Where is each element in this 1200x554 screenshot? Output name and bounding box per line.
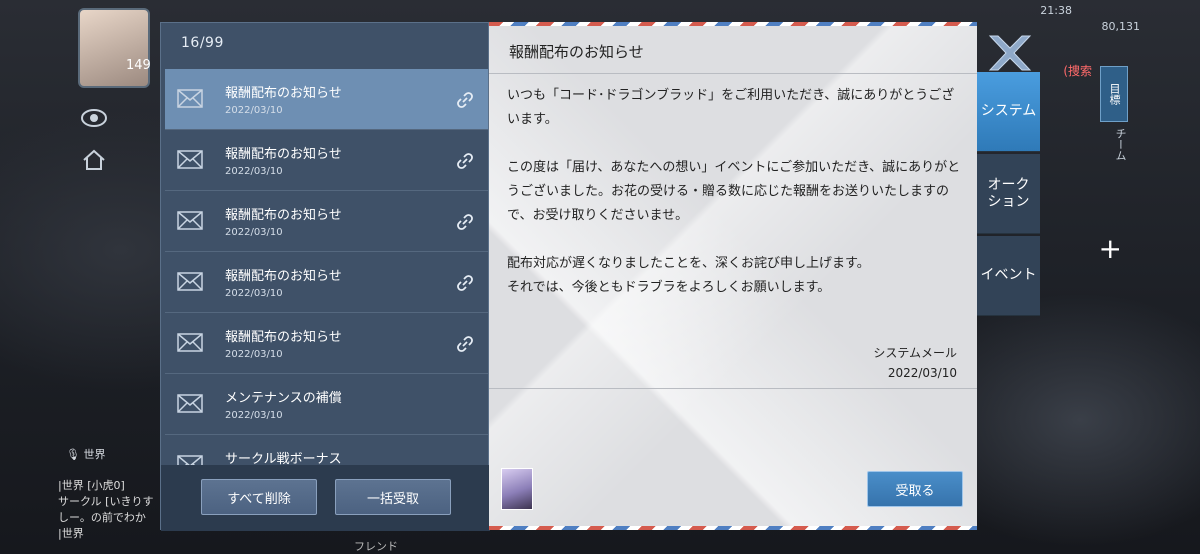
- mail-item-title: メンテナンスの補償: [225, 391, 342, 406]
- link-icon: [457, 92, 473, 108]
- mail-count: 16/99: [181, 35, 224, 51]
- chat-world-label: 世界: [83, 448, 106, 461]
- chat-world-tab[interactable]: 🎙 世界: [66, 446, 105, 462]
- attachment-item-icon[interactable]: [501, 468, 533, 510]
- currency-readout: 80,131: [1101, 20, 1141, 33]
- mail-sender: システムメール: [873, 346, 957, 360]
- mail-list-panel: 16/99 報酬配布のお知らせ 2022/03/10 報酬配布のお知らせ 2022/0…: [160, 22, 490, 531]
- envelope-icon: [177, 272, 203, 291]
- home-icon[interactable]: [82, 148, 106, 172]
- receive-all-button[interactable]: 一括受取: [335, 479, 451, 515]
- mail-body-paragraph: いつも「コード･ドラゴンブラッド」をご利用いただき、誠にありがとうございます。: [507, 88, 955, 127]
- envelope-icon: [177, 333, 203, 352]
- mail-item-date: 2022/03/10: [225, 227, 283, 238]
- mail-list-footer: すべて削除 一括受取: [161, 465, 490, 531]
- player-level: 149: [126, 58, 151, 73]
- mail-list-item[interactable]: 報酬配布のお知らせ 2022/03/10: [165, 252, 488, 313]
- mail-item-date: 2022/03/10: [225, 349, 283, 360]
- search-indicator[interactable]: (捜索: [1063, 62, 1092, 79]
- close-icon[interactable]: [980, 30, 1036, 76]
- mail-list-item[interactable]: 報酬配布のお知らせ 2022/03/10: [165, 69, 488, 130]
- mail-item-date: 2022/03/10: [225, 105, 283, 116]
- envelope-icon: [177, 394, 203, 413]
- mail-list-item[interactable]: サークル戦ボーナス: [165, 435, 488, 465]
- envelope-icon: [177, 89, 203, 108]
- mail-item-title: 報酬配布のお知らせ: [225, 208, 342, 223]
- mail-item-title: 報酬配布のお知らせ: [225, 330, 342, 345]
- mail-list-item[interactable]: 報酬配布のお知らせ 2022/03/10: [165, 191, 488, 252]
- player-avatar[interactable]: [78, 8, 150, 88]
- mail-item-title: 報酬配布のお知らせ: [225, 86, 342, 101]
- claim-button[interactable]: 受取る: [867, 471, 963, 507]
- envelope-icon: [177, 211, 203, 230]
- target-button[interactable]: 目標: [1100, 66, 1128, 122]
- mail-detail-body: いつも「コード･ドラゴンブラッド」をご利用いただき、誠にありがとうございます。 …: [507, 84, 963, 300]
- mail-detail-date: 2022/03/10: [887, 366, 957, 380]
- link-icon: [457, 214, 473, 230]
- mail-list-item[interactable]: 報酬配布のお知らせ 2022/03/10: [165, 313, 488, 374]
- envelope-icon: [177, 150, 203, 169]
- link-icon: [457, 153, 473, 169]
- link-icon: [457, 275, 473, 291]
- mail-list[interactable]: 報酬配布のお知らせ 2022/03/10 報酬配布のお知らせ 2022/03/10 報酬…: [165, 69, 488, 465]
- mail-detail-panel: 報酬配布のお知らせ いつも「コード･ドラゴンブラッド」をご利用いただき、誠にあり…: [489, 22, 977, 530]
- plus-icon[interactable]: +: [1099, 232, 1122, 265]
- mail-item-date: 2022/03/10: [225, 410, 283, 421]
- clock-readout: 21:38: [1040, 4, 1072, 17]
- envelope-icon: [177, 455, 203, 465]
- mail-category-tabs: システム オーク ション イベント: [977, 72, 1040, 318]
- link-icon: [457, 336, 473, 352]
- mail-body-paragraph: この度は「届け、あなたへの想い」イベントにご参加いただき、誠にありがとうございま…: [507, 160, 961, 223]
- mail-detail-title: 報酬配布のお知らせ: [509, 43, 644, 61]
- tab-category-0[interactable]: システム: [977, 72, 1040, 152]
- mail-window: 16/99 報酬配布のお知らせ 2022/03/10 報酬配布のお知らせ 2022/0…: [160, 22, 1042, 531]
- mail-item-title: サークル戦ボーナス: [225, 452, 342, 465]
- mail-item-date: 2022/03/10: [225, 166, 283, 177]
- team-button[interactable]: チーム: [1112, 128, 1128, 161]
- mail-item-title: 報酬配布のお知らせ: [225, 269, 342, 284]
- mail-item-title: 報酬配布のお知らせ: [225, 147, 342, 162]
- divider: [489, 388, 977, 389]
- mail-body-paragraph: 配布対応が遅くなりましたことを、深くお詫び申し上げます。 それでは、今後ともドラ…: [507, 256, 870, 295]
- mail-item-date: 2022/03/10: [225, 288, 283, 299]
- mail-list-item[interactable]: メンテナンスの補償 2022/03/10: [165, 374, 488, 435]
- delete-all-button[interactable]: すべて削除: [201, 479, 317, 515]
- friend-tab[interactable]: フレンド: [354, 538, 398, 554]
- tab-category-1[interactable]: オーク ション: [977, 154, 1040, 234]
- eye-icon[interactable]: [80, 104, 108, 132]
- tab-category-2[interactable]: イベント: [977, 236, 1040, 316]
- mail-detail-header: 報酬配布のお知らせ: [489, 26, 977, 74]
- mail-list-item[interactable]: 報酬配布のお知らせ 2022/03/10: [165, 130, 488, 191]
- airmail-stripe-bottom: [489, 526, 977, 530]
